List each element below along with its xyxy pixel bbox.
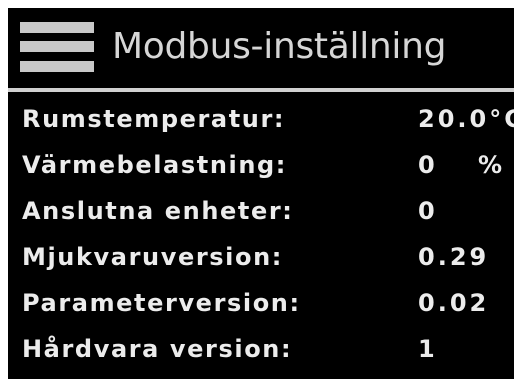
- menu-icon-bar: [20, 61, 94, 72]
- header-bar: Modbus-inställning: [8, 8, 514, 86]
- info-row-connected-units: Anslutna enheter: 0: [8, 188, 514, 234]
- row-value: 0.29: [418, 243, 490, 271]
- row-label: Anslutna enheter:: [22, 197, 294, 225]
- page-title: Modbus-inställning: [112, 26, 447, 67]
- info-row-hardware-version: Hårdvara version: 1: [8, 326, 514, 372]
- row-label: Mjukvaruversion:: [22, 243, 283, 271]
- info-row-heat-load: Värmebelastning: 0 %: [8, 142, 514, 188]
- device-screen: Modbus-inställning Rumstemperatur: 20.0°…: [8, 8, 514, 379]
- row-unit: %: [478, 151, 504, 179]
- row-value: 0: [418, 197, 438, 225]
- header-divider: [8, 88, 514, 92]
- row-value: 0: [418, 151, 438, 179]
- info-row-parameter-version: Parameterversion: 0.02: [8, 280, 514, 326]
- row-value: 20.0°C: [418, 105, 514, 133]
- info-row-software-version: Mjukvaruversion: 0.29: [8, 234, 514, 280]
- info-row-room-temperature: Rumstemperatur: 20.0°C: [8, 96, 514, 142]
- row-label: Parameterversion:: [22, 289, 301, 317]
- menu-icon-bar: [20, 41, 94, 52]
- row-label: Hårdvara version:: [22, 335, 293, 363]
- menu-icon-bar: [20, 22, 94, 33]
- hamburger-menu-icon[interactable]: [20, 22, 94, 72]
- row-value: 1: [418, 335, 438, 363]
- row-label: Värmebelastning:: [22, 151, 287, 179]
- row-value: 0.02: [418, 289, 490, 317]
- row-label: Rumstemperatur:: [22, 105, 286, 133]
- info-list: Rumstemperatur: 20.0°C Värmebelastning: …: [8, 96, 514, 372]
